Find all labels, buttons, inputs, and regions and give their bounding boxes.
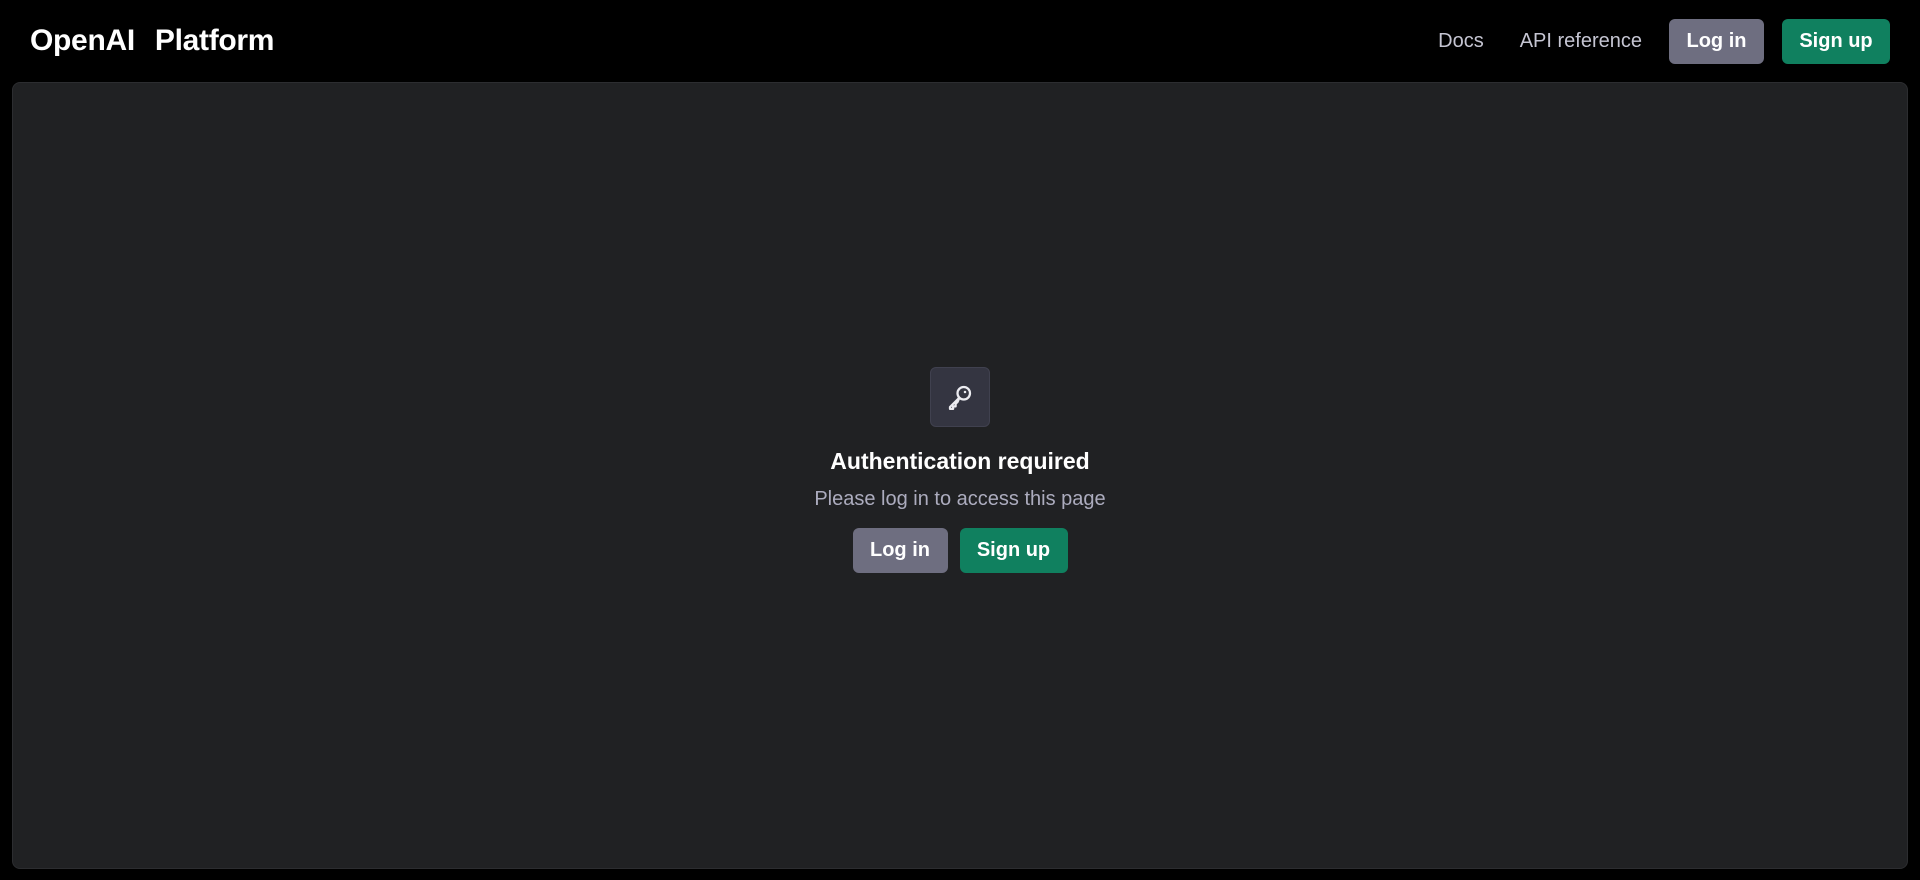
main-panel: Authentication required Please log in to… [12,82,1908,869]
header-login-button[interactable]: Log in [1669,18,1764,64]
key-icon [948,385,972,410]
auth-subtitle: Please log in to access this page [814,488,1106,510]
auth-signup-button[interactable]: Sign up [959,528,1068,573]
auth-title: Authentication required [830,448,1090,474]
top-header: OpenAI Platform Docs API reference Log i… [0,0,1920,82]
key-icon-container [930,367,990,427]
brand-logo[interactable]: OpenAI Platform [30,24,274,58]
top-nav: Docs API reference Log in Sign up [1438,18,1890,64]
brand-openai: OpenAI [30,24,135,57]
brand-platform: Platform [154,24,275,57]
nav-docs-link[interactable]: Docs [1438,30,1484,53]
auth-required-section: Authentication required Please log in to… [13,367,1907,573]
auth-login-button[interactable]: Log in [852,528,948,573]
auth-actions: Log in Sign up [852,528,1068,573]
header-signup-button[interactable]: Sign up [1782,18,1890,64]
nav-api-reference-link[interactable]: API reference [1520,30,1642,53]
